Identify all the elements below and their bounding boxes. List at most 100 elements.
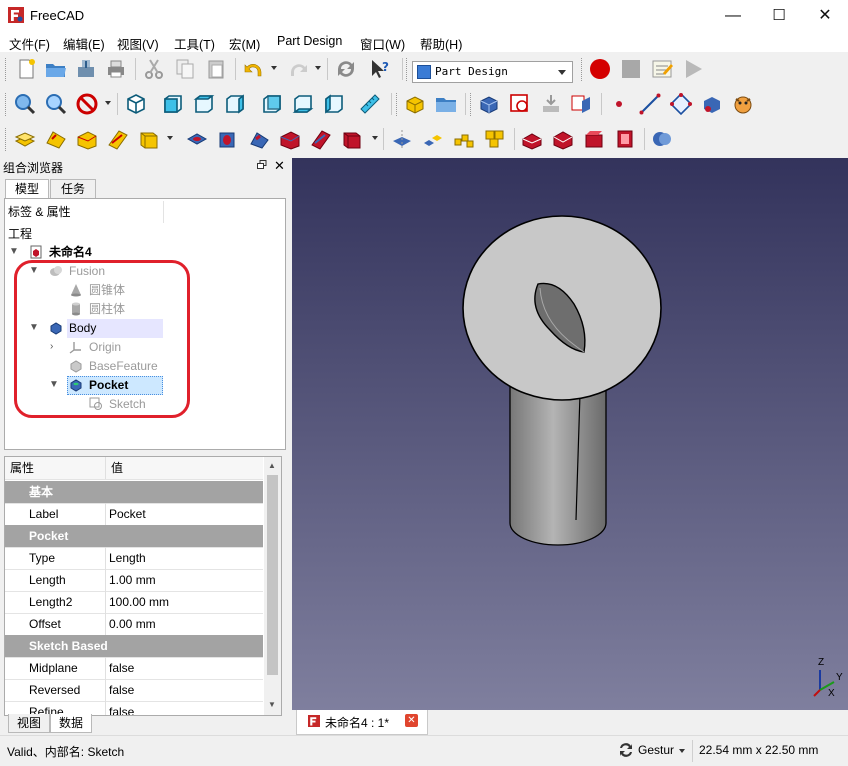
- property-row[interactable]: Reversed false: [5, 679, 263, 702]
- revolution-icon[interactable]: [44, 127, 68, 151]
- tab-task[interactable]: 任务: [50, 179, 96, 198]
- property-value[interactable]: 0.00 mm: [109, 613, 156, 635]
- menu-view[interactable]: 视图(V): [117, 34, 159, 53]
- macro-stop-icon[interactable]: [619, 57, 643, 81]
- property-value[interactable]: Pocket: [109, 503, 146, 525]
- scroll-down-icon[interactable]: ▼: [268, 700, 276, 709]
- datum-plane-icon[interactable]: [669, 92, 693, 116]
- left-view-icon[interactable]: [322, 92, 346, 116]
- refresh-icon[interactable]: [334, 57, 358, 81]
- chevron-down-icon[interactable]: ▼: [9, 246, 19, 257]
- clone-icon[interactable]: [731, 92, 755, 116]
- property-row[interactable]: Length2 100.00 mm: [5, 591, 263, 614]
- validate-sketch-icon[interactable]: [539, 92, 563, 116]
- macro-edit-icon[interactable]: [650, 57, 674, 81]
- mirrored-icon[interactable]: [390, 127, 414, 151]
- workbench-selector[interactable]: Part Design: [412, 61, 573, 83]
- toolbar-grip[interactable]: [5, 58, 9, 81]
- property-row[interactable]: Length 1.00 mm: [5, 569, 263, 592]
- create-body-icon[interactable]: [477, 92, 501, 116]
- additive-primitive-icon[interactable]: [137, 127, 161, 151]
- property-row[interactable]: Midplane false: [5, 657, 263, 680]
- subtractive-pipe-icon[interactable]: [309, 127, 333, 151]
- rear-view-icon[interactable]: [260, 92, 284, 116]
- undock-icon[interactable]: [257, 160, 267, 170]
- subtractive-primitive-icon[interactable]: [340, 127, 364, 151]
- property-value[interactable]: false: [109, 679, 134, 701]
- thickness-icon[interactable]: [613, 127, 637, 151]
- tab-data[interactable]: 数据: [50, 714, 92, 733]
- fit-selection-icon[interactable]: [44, 92, 68, 116]
- macro-run-icon[interactable]: [681, 57, 705, 81]
- undo-dropdown-icon[interactable]: [271, 66, 277, 70]
- menu-file[interactable]: 文件(F): [9, 34, 50, 53]
- draw-style-icon[interactable]: [75, 92, 99, 116]
- property-value[interactable]: false: [109, 701, 134, 715]
- redo-icon[interactable]: [286, 57, 310, 81]
- tab-model[interactable]: 模型: [5, 179, 49, 198]
- 3d-viewport[interactable]: Z Y X: [292, 158, 848, 710]
- macro-record-icon[interactable]: [588, 57, 612, 81]
- paste-icon[interactable]: [204, 57, 228, 81]
- additive-loft-icon[interactable]: [75, 127, 99, 151]
- chevron-down-icon[interactable]: [679, 749, 685, 753]
- property-scrollbar[interactable]: ▲ ▼: [264, 457, 281, 715]
- datum-line-icon[interactable]: [638, 92, 662, 116]
- menu-help[interactable]: 帮助(H): [420, 34, 462, 53]
- right-view-icon[interactable]: [223, 92, 247, 116]
- boolean-icon[interactable]: [650, 127, 674, 151]
- shape-binder-icon[interactable]: [700, 92, 724, 116]
- scroll-up-icon[interactable]: ▲: [268, 461, 276, 470]
- document-tab[interactable]: 未命名4 : 1* ✕: [296, 710, 428, 735]
- minimize-button[interactable]: —: [710, 0, 756, 32]
- bottom-view-icon[interactable]: [291, 92, 315, 116]
- property-group-row[interactable]: Pocket: [5, 525, 263, 548]
- redo-dropdown-icon[interactable]: [315, 66, 321, 70]
- tab-view[interactable]: 视图: [8, 714, 50, 733]
- create-sketch-icon[interactable]: [508, 92, 532, 116]
- groove-icon[interactable]: [247, 127, 271, 151]
- subtractive-loft-icon[interactable]: [278, 127, 302, 151]
- toolbar-grip[interactable]: [470, 93, 474, 116]
- toolbar-grip[interactable]: [396, 93, 400, 116]
- additive-primitive-dropdown-icon[interactable]: [167, 136, 173, 140]
- top-view-icon[interactable]: [192, 92, 216, 116]
- property-value[interactable]: 100.00 mm: [109, 591, 169, 613]
- pocket-icon[interactable]: [185, 127, 209, 151]
- close-tab-icon[interactable]: ✕: [405, 714, 418, 727]
- close-panel-icon[interactable]: ✕: [274, 158, 285, 174]
- hole-icon[interactable]: [216, 127, 240, 151]
- cut-icon[interactable]: [142, 57, 166, 81]
- menu-tools[interactable]: 工具(T): [174, 34, 215, 53]
- toolbar-grip[interactable]: [5, 128, 9, 151]
- isometric-view-icon[interactable]: [124, 92, 148, 116]
- property-group-row[interactable]: 基本: [5, 481, 263, 504]
- toolbar-grip[interactable]: [406, 58, 410, 81]
- menu-window[interactable]: 窗口(W): [360, 34, 405, 53]
- menu-part-design[interactable]: Part Design: [277, 34, 342, 48]
- copy-icon[interactable]: [173, 57, 197, 81]
- close-window-button[interactable]: ✕: [802, 0, 848, 32]
- fit-all-icon[interactable]: [13, 92, 37, 116]
- scrollbar-thumb[interactable]: [267, 475, 278, 675]
- front-view-icon[interactable]: [161, 92, 185, 116]
- undo-icon[interactable]: [242, 57, 266, 81]
- linear-pattern-icon[interactable]: [421, 127, 445, 151]
- navigation-style-label[interactable]: Gestur: [638, 743, 674, 757]
- map-sketch-icon[interactable]: [570, 92, 594, 116]
- draw-style-dropdown-icon[interactable]: [105, 101, 111, 105]
- toolbar-grip[interactable]: [581, 58, 585, 81]
- datum-point-icon[interactable]: [607, 92, 631, 116]
- create-group-icon[interactable]: [434, 92, 458, 116]
- property-group-row[interactable]: Sketch Based: [5, 635, 263, 658]
- create-part-icon[interactable]: [403, 92, 427, 116]
- property-row[interactable]: Label Pocket: [5, 503, 263, 526]
- additive-pipe-icon[interactable]: [106, 127, 130, 151]
- pad-icon[interactable]: [13, 127, 37, 151]
- print-icon[interactable]: [104, 57, 128, 81]
- chamfer-icon[interactable]: [551, 127, 575, 151]
- subtractive-primitive-dropdown-icon[interactable]: [372, 136, 378, 140]
- property-row[interactable]: Type Length: [5, 547, 263, 570]
- polar-pattern-icon[interactable]: [452, 127, 476, 151]
- menu-edit[interactable]: 编辑(E): [63, 34, 105, 53]
